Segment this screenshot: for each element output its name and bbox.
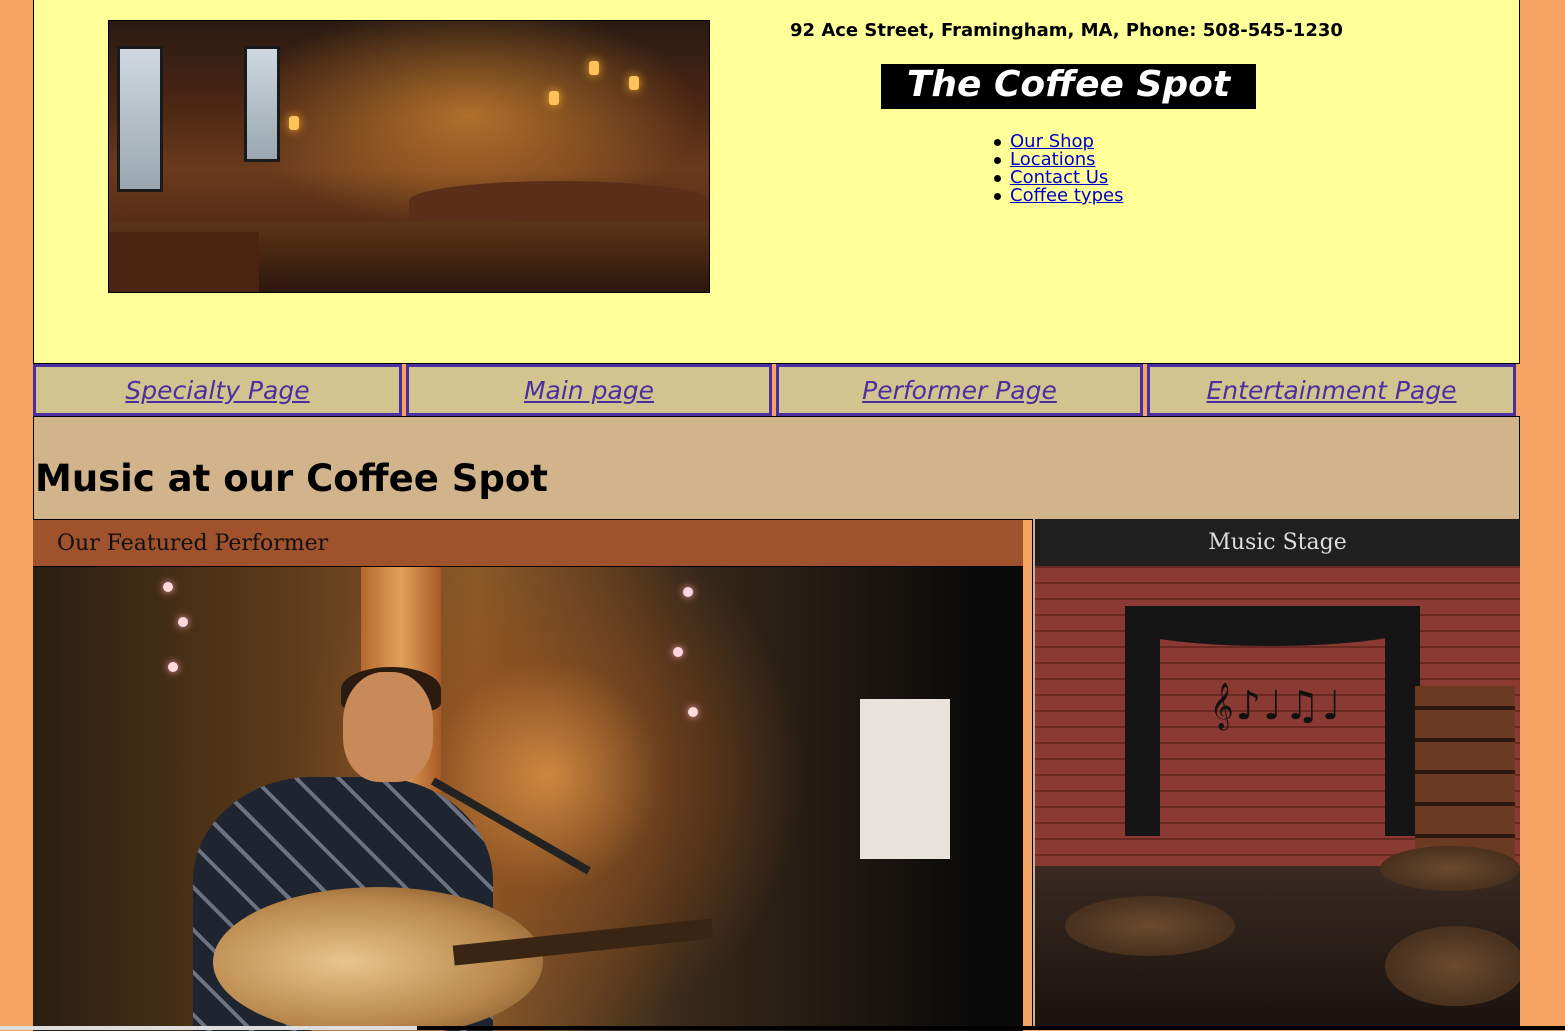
- bottom-strip-light: [0, 1026, 417, 1030]
- string-light: [688, 707, 698, 717]
- music-notes-decor: 𝄞♪♩♫♩: [1210, 683, 1343, 729]
- link-coffee-types[interactable]: Coffee types: [1010, 185, 1123, 206]
- section-banner: Music at our Coffee Spot: [33, 416, 1520, 520]
- nav-cell-main: Main page: [406, 364, 772, 416]
- nav-cell-specialty: Specialty Page: [33, 364, 402, 416]
- music-stage-inner: Music Stage 𝄞♪♩♫♩: [1035, 519, 1520, 1030]
- pendant-light: [289, 116, 299, 130]
- curtain-left: [1125, 606, 1160, 836]
- music-stage-photo: 𝄞♪♩♫♩: [1035, 566, 1520, 1030]
- quick-link-item: Coffee types: [992, 187, 1123, 205]
- bottom-strip: [0, 1026, 1565, 1030]
- string-light: [163, 582, 173, 592]
- featured-performer-panel: Our Featured Performer: [33, 519, 1023, 1031]
- string-light: [178, 617, 188, 627]
- cafe-table: [1065, 896, 1235, 956]
- paper-sign: [860, 699, 950, 859]
- site-brand: The Coffee Spot: [881, 64, 1256, 109]
- nav-cell-entertainment: Entertainment Page: [1147, 364, 1516, 416]
- window: [244, 46, 280, 162]
- music-stage-panel: Music Stage 𝄞♪♩♫♩: [1032, 519, 1520, 1030]
- nav-main-page[interactable]: Main page: [524, 376, 654, 405]
- window: [117, 46, 163, 192]
- table: [109, 232, 259, 292]
- nav-cell-performer: Performer Page: [776, 364, 1143, 416]
- nav-performer-page[interactable]: Performer Page: [862, 376, 1057, 405]
- counter: [409, 181, 709, 221]
- pendant-light: [629, 76, 639, 90]
- performer-photo: [33, 567, 1023, 1031]
- string-light: [683, 587, 693, 597]
- performer-head: [343, 672, 433, 782]
- string-light: [168, 662, 178, 672]
- nav-specialty-page[interactable]: Specialty Page: [125, 376, 309, 405]
- featured-heading: Our Featured Performer: [33, 520, 1023, 566]
- string-light: [673, 647, 683, 657]
- address-text: 92 Ace Street, Framingham, MA, Phone: 50…: [790, 20, 1343, 41]
- section-title: Music at our Coffee Spot: [35, 457, 548, 500]
- pendant-light: [589, 61, 599, 75]
- pendant-light: [549, 91, 559, 105]
- site-header: 92 Ace Street, Framingham, MA, Phone: 50…: [33, 0, 1520, 364]
- cafe-table: [1385, 926, 1520, 1006]
- main-nav: Specialty Page Main page Performer Page …: [33, 364, 1520, 416]
- cafe-table: [1380, 846, 1520, 891]
- stage-heading: Music Stage: [1035, 519, 1520, 565]
- curtain-valance: [1125, 606, 1415, 646]
- nav-entertainment-page[interactable]: Entertainment Page: [1207, 376, 1457, 405]
- coffee-shop-interior-photo: [108, 20, 710, 293]
- page: 92 Ace Street, Framingham, MA, Phone: 50…: [33, 0, 1520, 1031]
- cubby-shelf: [1415, 686, 1515, 866]
- quick-links: Our Shop Locations Contact Us Coffee typ…: [992, 133, 1123, 205]
